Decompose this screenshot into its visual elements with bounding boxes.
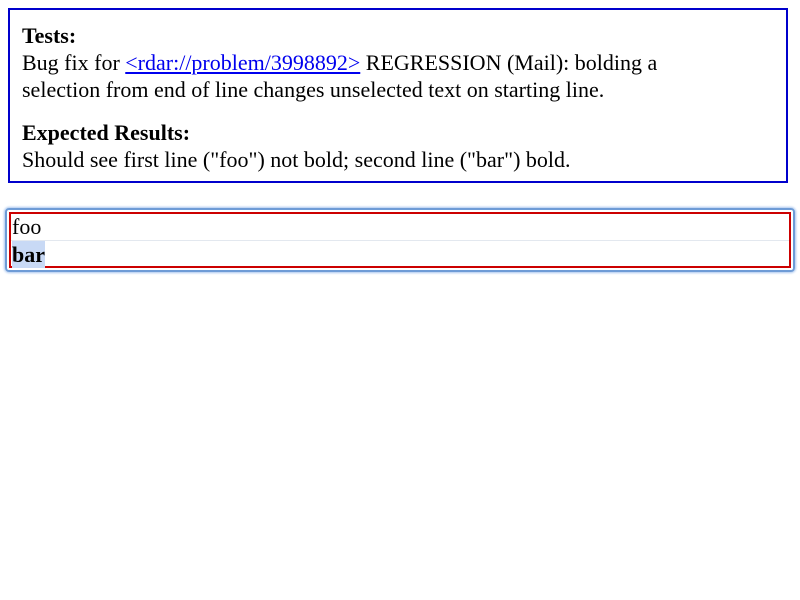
expected-results-text: Should see first line ("foo") not bold; … — [22, 147, 571, 172]
test-line-bar[interactable]: bar — [11, 241, 789, 268]
expected-results-heading: Expected Results: — [22, 120, 191, 145]
test-line-bar-text-selected: bar — [12, 241, 45, 268]
test-line-foo[interactable]: foo — [11, 214, 789, 241]
section-gap — [22, 103, 774, 119]
tests-text-before: Bug fix for — [22, 50, 126, 75]
rdar-link[interactable]: <rdar://problem/3998892> — [125, 50, 360, 75]
tests-text-line2: selection from end of line changes unsel… — [22, 77, 605, 102]
editable-region-focus-ring[interactable]: foo bar — [5, 208, 795, 272]
editable-test-area[interactable]: foo bar — [9, 212, 791, 268]
test-line-foo-text: foo — [12, 214, 42, 239]
tests-description: Bug fix for <rdar://problem/3998892> REG… — [22, 49, 774, 76]
tests-text-after: REGRESSION (Mail): bolding a — [360, 50, 658, 75]
tests-heading: Tests: — [22, 23, 77, 48]
explanation-box: Tests: Bug fix for <rdar://problem/39988… — [8, 8, 788, 183]
